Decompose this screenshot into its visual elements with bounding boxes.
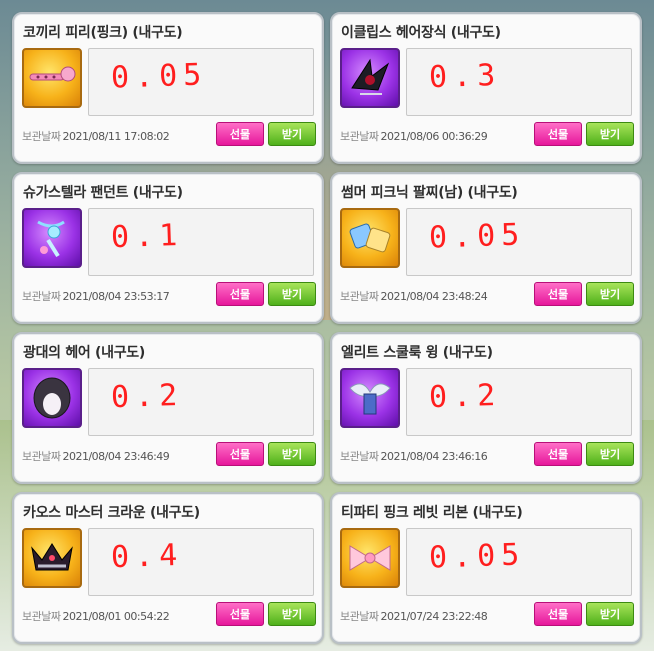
receive-button[interactable]: 받기: [586, 602, 634, 626]
gift-button[interactable]: 선물: [534, 602, 582, 626]
memo-box: 0.05: [88, 48, 314, 116]
receive-button[interactable]: 받기: [268, 442, 316, 466]
storage-date: 보관날짜 2021/08/06 00:36:29: [340, 130, 488, 143]
item-title: 티파티 핑크 레빗 리본 (내구도): [341, 505, 523, 521]
storage-date: 보관날짜 2021/08/04 23:53:17: [22, 290, 170, 303]
handwritten-note: 0.05: [428, 217, 526, 256]
handwritten-note: 0.2: [110, 377, 184, 416]
item-title: 코끼리 피리(핑크) (내구도): [23, 25, 183, 41]
gift-button[interactable]: 선물: [534, 442, 582, 466]
storage-date: 보관날짜 2021/07/24 23:22:48: [340, 610, 488, 623]
handwritten-note: 0.1: [110, 217, 184, 256]
receive-button[interactable]: 받기: [268, 122, 316, 146]
summer-picnic-bracelet-icon: [340, 208, 400, 268]
receive-button[interactable]: 받기: [586, 282, 634, 306]
gift-button[interactable]: 선물: [216, 122, 264, 146]
storage-item-card: 슈가스텔라 팬던트 (내구도) 0.1 보관날짜 2021/08/04 23:53…: [12, 172, 324, 324]
handwritten-note: 0.2: [428, 377, 502, 416]
handwritten-note: 0.05: [428, 537, 526, 576]
elite-school-wing-icon: [340, 368, 400, 428]
receive-button[interactable]: 받기: [268, 602, 316, 626]
item-title: 카오스 마스터 크라운 (내구도): [23, 505, 200, 521]
memo-box: 0.3: [406, 48, 632, 116]
gift-button[interactable]: 선물: [534, 122, 582, 146]
storage-date: 보관날짜 2021/08/11 17:08:02: [22, 130, 170, 143]
memo-box: 0.2: [88, 368, 314, 436]
memo-box: 0.2: [406, 368, 632, 436]
clown-hair-icon: [22, 368, 82, 428]
receive-button[interactable]: 받기: [268, 282, 316, 306]
receive-button[interactable]: 받기: [586, 122, 634, 146]
chaos-master-crown-icon: [22, 528, 82, 588]
gift-button[interactable]: 선물: [216, 282, 264, 306]
memo-box: 0.05: [406, 208, 632, 276]
storage-date: 보관날짜 2021/08/04 23:46:49: [22, 450, 170, 463]
storage-item-card: 티파티 핑크 레빗 리본 (내구도) 0.05 보관날짜 2021/07/24 2…: [330, 492, 642, 644]
item-title: 이클립스 헤어장식 (내구도): [341, 25, 501, 41]
gift-button[interactable]: 선물: [534, 282, 582, 306]
item-title: 썸머 피크닉 팔찌(남) (내구도): [341, 185, 518, 201]
gift-button[interactable]: 선물: [216, 602, 264, 626]
storage-item-card: 엘리트 스쿨룩 윙 (내구도) 0.2 보관날짜 2021/08/04 23:46…: [330, 332, 642, 484]
tea-party-ribbon-icon: [340, 528, 400, 588]
storage-item-card: 이클립스 헤어장식 (내구도) 0.3 보관날짜 2021/08/06 00:36…: [330, 12, 642, 164]
storage-item-card: 광대의 헤어 (내구도) 0.2 보관날짜 2021/08/04 23:46:49…: [12, 332, 324, 484]
memo-box: 0.05: [406, 528, 632, 596]
storage-item-card: 카오스 마스터 크라운 (내구도) 0.4 보관날짜 2021/08/01 00:…: [12, 492, 324, 644]
memo-box: 0.1: [88, 208, 314, 276]
handwritten-note: 0.3: [428, 57, 502, 96]
sugar-stella-pendant-icon: [22, 208, 82, 268]
storage-date: 보관날짜 2021/08/01 00:54:22: [22, 610, 170, 623]
item-title: 광대의 헤어 (내구도): [23, 345, 145, 361]
gift-button[interactable]: 선물: [216, 442, 264, 466]
storage-date: 보관날짜 2021/08/04 23:48:24: [340, 290, 488, 303]
storage-date: 보관날짜 2021/08/04 23:46:16: [340, 450, 488, 463]
item-title: 엘리트 스쿨룩 윙 (내구도): [341, 345, 493, 361]
pink-flute-icon: [22, 48, 82, 108]
handwritten-note: 0.05: [110, 57, 208, 96]
storage-item-card: 코끼리 피리(핑크) (내구도) 0.05 보관날짜 2021/08/11 17:…: [12, 12, 324, 164]
storage-item-card: 썸머 피크닉 팔찌(남) (내구도) 0.05 보관날짜 2021/08/04 2…: [330, 172, 642, 324]
receive-button[interactable]: 받기: [586, 442, 634, 466]
handwritten-note: 0.4: [110, 537, 184, 576]
item-title: 슈가스텔라 팬던트 (내구도): [23, 185, 183, 201]
memo-box: 0.4: [88, 528, 314, 596]
eclipse-hair-ornament-icon: [340, 48, 400, 108]
